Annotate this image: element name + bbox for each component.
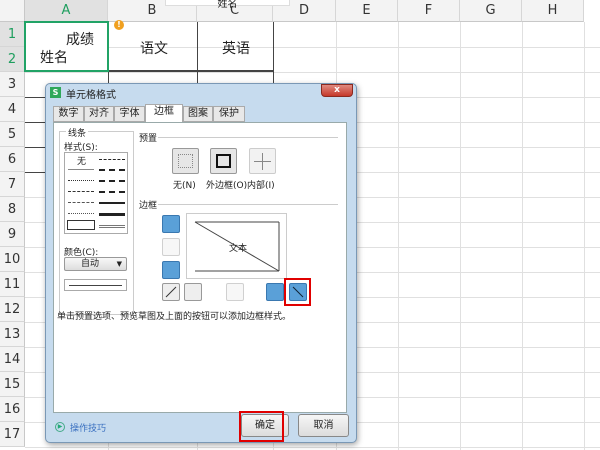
row-header-12[interactable]: 12 bbox=[0, 297, 25, 322]
border-middle-horizontal-button[interactable] bbox=[162, 238, 180, 256]
gridline bbox=[25, 447, 600, 448]
tab-2[interactable]: 字体 bbox=[114, 106, 145, 122]
tab-3[interactable]: 边框 bbox=[145, 104, 183, 122]
dialog-title: 单元格格式 bbox=[66, 90, 116, 101]
row-header-1[interactable]: 1 bbox=[0, 22, 25, 47]
tab-4[interactable]: 图案 bbox=[183, 106, 213, 122]
cell-a1-merged[interactable]: 成绩 姓名 bbox=[24, 21, 109, 72]
line-preview bbox=[64, 279, 127, 291]
preview-text: 文本 bbox=[229, 244, 248, 254]
style-medium[interactable] bbox=[99, 202, 125, 204]
preset-outline-button[interactable] bbox=[210, 148, 237, 174]
style-dotted[interactable] bbox=[68, 180, 94, 181]
gridline bbox=[460, 22, 461, 450]
format-cells-dialog: S 单元格格式 x 数字 对齐 字体 边框 图案 保护 线条 样式(S): 无 颜色(C)… bbox=[45, 83, 357, 443]
tab-0[interactable]: 数字 bbox=[53, 106, 84, 122]
preset-none-label: 无(N) bbox=[173, 181, 196, 191]
dropdown-arrow-icon: ▼ bbox=[116, 260, 122, 268]
app-logo-icon: S bbox=[50, 87, 61, 98]
color-value: 自动 bbox=[81, 259, 100, 269]
line-group-label: 线条 bbox=[66, 126, 89, 139]
row-header-16[interactable]: 16 bbox=[0, 397, 25, 422]
preset-group-label: 预置 bbox=[139, 134, 158, 144]
border-tab-panel: 线条 样式(S): 无 颜色(C): 自动 ▼ 预置 无(N) 外边框(O) 内… bbox=[53, 122, 347, 413]
style-none[interactable]: 无 bbox=[77, 154, 86, 167]
row-header-9[interactable]: 9 bbox=[0, 222, 25, 247]
close-button[interactable]: x bbox=[321, 84, 353, 97]
gridline bbox=[25, 72, 600, 73]
row-header-8[interactable]: 8 bbox=[0, 197, 25, 222]
tab-1[interactable]: 对齐 bbox=[84, 106, 114, 122]
row-header-14[interactable]: 14 bbox=[0, 347, 25, 372]
cell-c1[interactable]: 英语 bbox=[222, 38, 250, 58]
style-double[interactable] bbox=[99, 225, 125, 228]
style-hair[interactable] bbox=[68, 213, 94, 214]
style-thin[interactable] bbox=[68, 169, 94, 170]
column-header-h[interactable]: H bbox=[522, 0, 584, 22]
highlight-box bbox=[284, 278, 311, 306]
border-middle-vertical-button[interactable] bbox=[226, 283, 244, 301]
row-header-5[interactable]: 5 bbox=[0, 122, 25, 147]
hint-text: 单击预置选项、预览草图及上面的按钮可以添加边框样式。 bbox=[57, 312, 292, 322]
preset-inside-button[interactable] bbox=[249, 148, 276, 174]
tips-link[interactable]: 操作技巧 bbox=[70, 421, 106, 434]
cell-text-name: 姓名 bbox=[40, 50, 68, 66]
divider bbox=[158, 204, 338, 205]
highlight-box bbox=[239, 411, 284, 442]
column-header-f[interactable]: F bbox=[398, 0, 460, 22]
style-medium-dash-dot[interactable] bbox=[99, 180, 125, 182]
style-selected-thin[interactable] bbox=[67, 220, 95, 230]
gridline bbox=[398, 22, 399, 450]
preset-inside-label: 内部(I) bbox=[247, 181, 275, 191]
border-group-label: 边框 bbox=[139, 201, 158, 211]
row-header-10[interactable]: 10 bbox=[0, 247, 25, 272]
row-header-13[interactable]: 13 bbox=[0, 322, 25, 347]
row-header-11[interactable]: 11 bbox=[0, 272, 25, 297]
border-left-button[interactable] bbox=[184, 283, 202, 301]
column-header-e[interactable]: E bbox=[336, 0, 398, 22]
line-style-list[interactable]: 无 bbox=[64, 152, 128, 234]
preset-none-button[interactable] bbox=[172, 148, 199, 174]
tab-5[interactable]: 保护 bbox=[213, 106, 245, 122]
style-medium-dash-dot-dot[interactable] bbox=[99, 159, 125, 160]
cell-text-score: 成绩 bbox=[66, 32, 94, 48]
gridline bbox=[522, 22, 523, 450]
row-header-15[interactable]: 15 bbox=[0, 372, 25, 397]
cancel-button[interactable]: 取消 bbox=[298, 414, 349, 437]
gridline bbox=[584, 22, 585, 450]
gridline bbox=[25, 47, 600, 48]
column-header-a[interactable]: A bbox=[25, 0, 108, 22]
border-top-button[interactable] bbox=[162, 215, 180, 233]
floating-text-box: 姓名 bbox=[165, 0, 290, 10]
select-all-corner[interactable] bbox=[0, 0, 25, 22]
style-medium-dashed[interactable] bbox=[99, 191, 125, 193]
row-header-2[interactable]: 2 bbox=[0, 47, 25, 72]
preset-outline-label: 外边框(O) bbox=[206, 181, 248, 191]
tips-icon[interactable]: ▶ bbox=[55, 422, 65, 432]
border-diagonal-up-button[interactable] bbox=[162, 283, 180, 301]
row-header-6[interactable]: 6 bbox=[0, 147, 25, 172]
border-preview[interactable]: 文本 bbox=[186, 213, 287, 279]
row-header-17[interactable]: 17 bbox=[0, 422, 25, 447]
style-thick[interactable] bbox=[99, 213, 125, 216]
style-dash-dot[interactable] bbox=[68, 191, 94, 192]
color-dropdown[interactable]: 自动 ▼ bbox=[64, 257, 127, 271]
border-right-button[interactable] bbox=[266, 283, 284, 301]
style-slant-dash[interactable] bbox=[99, 169, 125, 171]
style-dash-dot-dot[interactable] bbox=[68, 202, 94, 203]
warning-icon[interactable]: ! bbox=[114, 20, 124, 30]
divider bbox=[158, 137, 338, 138]
cell-b1[interactable]: 语文 bbox=[140, 38, 168, 58]
row-header-3[interactable]: 3 bbox=[0, 72, 25, 97]
column-header-g[interactable]: G bbox=[460, 0, 522, 22]
border-bottom-button[interactable] bbox=[162, 261, 180, 279]
row-header-4[interactable]: 4 bbox=[0, 97, 25, 122]
row-header-7[interactable]: 7 bbox=[0, 172, 25, 197]
